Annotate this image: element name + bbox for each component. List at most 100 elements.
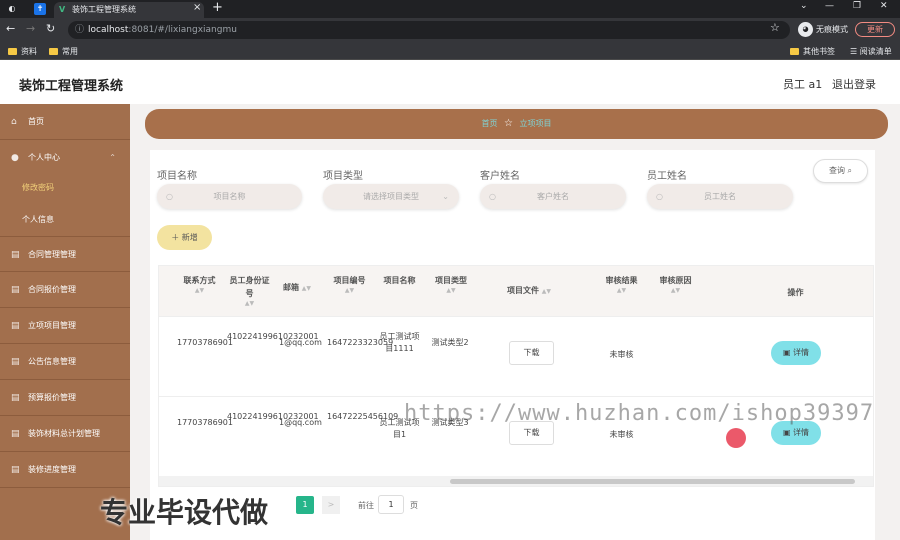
- cell-review-result: 未审核: [609, 430, 634, 439]
- restore-icon[interactable]: ❐: [853, 1, 861, 11]
- col-actions: 操作: [787, 288, 804, 297]
- goto-page-input[interactable]: 1: [378, 495, 404, 514]
- cell-review-result: 未审核: [609, 350, 634, 359]
- col-project-no[interactable]: 项目编号 ▲▼: [327, 274, 372, 295]
- app-header: 装饰工程管理系统 员工 a1 退出登录: [0, 60, 900, 104]
- search-icon: ○: [656, 192, 663, 201]
- sort-icon[interactable]: ▲▼: [327, 287, 372, 295]
- app-title: 装饰工程管理系统: [19, 79, 124, 94]
- cell-phone: 17703786901: [177, 418, 233, 427]
- caption-overlay: 专业毕设代做: [100, 496, 269, 529]
- cell-project-type: 测试类型2: [431, 338, 469, 347]
- query-button[interactable]: 查询 ⌕: [813, 159, 868, 183]
- sidebar-item-contract-quote[interactable]: ▤ 合同报价管理: [0, 272, 130, 308]
- breadcrumb-current: 立项项目: [519, 119, 552, 128]
- logout-link[interactable]: 退出登录: [832, 76, 876, 92]
- new-tab-button[interactable]: +: [212, 0, 223, 15]
- cell-project-name: 员工测试项目1111: [379, 332, 420, 353]
- sidebar-item-home[interactable]: ⌂ 首页: [0, 104, 130, 140]
- project-type-select[interactable]: 请选择项目类型 ⌄: [323, 184, 459, 209]
- url-bar[interactable]: ⓘ localhost:8081/#/lixiangxiangmu: [68, 21, 790, 39]
- cell-phone: 17703786901: [177, 338, 233, 347]
- url-watermark: https://www.huzhan.com/ishop39397: [404, 401, 875, 426]
- col-review-result[interactable]: 审核结果 ▲▼: [599, 274, 644, 295]
- sidebar-item-notice[interactable]: ▤ 公告信息管理: [0, 344, 130, 380]
- reading-list-icon: ☰: [850, 47, 860, 56]
- chevron-down-icon: ⌄: [442, 192, 449, 201]
- bookmarks-bar: 资料 常用 其他书签 ☰ 阅读清单: [0, 42, 900, 60]
- sort-icon[interactable]: ▲▼: [227, 300, 272, 308]
- document-icon: ▤: [11, 250, 20, 260]
- document-icon: ▤: [11, 465, 20, 475]
- close-window-icon[interactable]: ✕: [880, 1, 888, 11]
- sidebar-item-project[interactable]: ▤ 立项项目管理: [0, 308, 130, 344]
- sort-icon[interactable]: ▲▼: [177, 287, 222, 295]
- bookmark-folder-ziliao[interactable]: 资料: [8, 46, 37, 57]
- cell-project-no: 16472225456109: [327, 412, 399, 421]
- reading-list[interactable]: ☰ 阅读清单: [850, 46, 892, 57]
- page-number-1[interactable]: 1: [296, 496, 314, 514]
- info-icon[interactable]: ⓘ: [75, 21, 84, 39]
- sort-icon[interactable]: ▲▼: [599, 287, 644, 295]
- bookmark-folder-changyong[interactable]: 常用: [49, 46, 78, 57]
- sidebar-item-contract[interactable]: ▤ 合同管理管理: [0, 236, 130, 272]
- col-phone[interactable]: 联系方式 ▲▼: [177, 274, 222, 295]
- content-panel: 项目名称 ○ 项目名称 项目类型 请选择项目类型 ⌄ 客户姓名 ○ 客户姓名 员…: [150, 150, 875, 540]
- table-header: 联系方式 ▲▼ 员工身份证号 ▲▼ 邮箱 ▲▼ 项目编号 ▲▼ 项目名称 项目类型 ▲▼…: [159, 266, 873, 316]
- next-page-button[interactable]: >: [322, 496, 340, 514]
- sidebar-item-progress[interactable]: ▤ 装修进度管理: [0, 452, 130, 488]
- sort-icon[interactable]: ▲▼: [653, 287, 698, 295]
- document-icon: ▤: [11, 393, 20, 403]
- project-type-label: 项目类型: [323, 171, 363, 182]
- breadcrumb-home[interactable]: 首页: [481, 119, 497, 128]
- project-name-label: 项目名称: [157, 171, 197, 182]
- col-review-reason[interactable]: 审核原因 ▲▼: [653, 274, 698, 295]
- active-tab[interactable]: V 装饰工程管理系统: [54, 2, 204, 18]
- col-project-type[interactable]: 项目类型 ▲▼: [427, 274, 475, 295]
- cell-email: 1@qq.com: [279, 418, 322, 427]
- customer-name-label: 客户姓名: [480, 171, 520, 182]
- sort-icon[interactable]: ▲▼: [427, 287, 475, 295]
- reload-icon[interactable]: ↻: [46, 22, 55, 35]
- tab-close-button[interactable]: ×: [193, 2, 201, 13]
- search-icon: ○: [166, 192, 173, 201]
- search-icon: ○: [489, 192, 496, 201]
- tab-search-icon[interactable]: ⌄: [800, 1, 808, 11]
- document-icon: ▤: [11, 321, 20, 331]
- sidebar-item-material-plan[interactable]: ▤ 装饰材料总计划管理: [0, 416, 130, 452]
- employee-name-input[interactable]: ○ 员工姓名: [647, 184, 793, 209]
- col-id-card[interactable]: 员工身份证号 ▲▼: [227, 274, 272, 308]
- col-email[interactable]: 邮箱 ▲▼: [279, 281, 315, 295]
- sort-icon[interactable]: ▲▼: [302, 285, 311, 292]
- col-project-file[interactable]: 项目文件 ▲▼: [499, 284, 559, 298]
- bookmark-star-icon[interactable]: ☆: [770, 21, 780, 34]
- cursor-highlight: [726, 428, 746, 448]
- search-icon: ⌕: [847, 166, 853, 175]
- bookmark-folder-other[interactable]: 其他书签: [790, 46, 835, 57]
- main-content: 首页 ☆ 立项项目 项目名称 ○ 项目名称 项目类型 请选择项目类型 ⌄ 客户姓…: [130, 104, 900, 540]
- back-icon[interactable]: ←: [6, 22, 15, 35]
- download-button[interactable]: 下载: [509, 341, 554, 365]
- sidebar-item-budget[interactable]: ▤ 预算报价管理: [0, 380, 130, 416]
- incognito-avatar-icon[interactable]: ◕: [798, 22, 813, 37]
- sidebar-item-personal[interactable]: ● 个人中心 ⌃: [0, 140, 130, 176]
- incognito-icon[interactable]: ◐: [6, 3, 18, 15]
- add-button[interactable]: ＋ 新增: [157, 225, 212, 250]
- detail-button[interactable]: ▣ 详情: [771, 341, 821, 365]
- customer-name-input[interactable]: ○ 客户姓名: [480, 184, 626, 209]
- document-icon: ▣: [782, 428, 794, 437]
- table-row: 17703786901 410224199610232001 1@qq.com …: [159, 316, 873, 396]
- pinned-tab-icon[interactable]: ✝: [34, 3, 46, 15]
- minimize-icon[interactable]: —: [825, 1, 834, 11]
- scrollbar-thumb[interactable]: [450, 479, 855, 484]
- document-icon: ▤: [11, 429, 20, 439]
- incognito-label: 无痕模式: [816, 25, 848, 34]
- sidebar-subitem-info[interactable]: 个人信息: [0, 204, 130, 235]
- horizontal-scrollbar[interactable]: [159, 476, 873, 486]
- update-button[interactable]: 更新: [855, 22, 895, 37]
- folder-icon: [8, 48, 17, 55]
- sort-icon[interactable]: ▲▼: [542, 288, 551, 295]
- sidebar-subitem-password[interactable]: 修改密码: [0, 172, 130, 203]
- project-name-input[interactable]: ○ 项目名称: [157, 184, 302, 209]
- forward-icon[interactable]: →: [26, 22, 35, 35]
